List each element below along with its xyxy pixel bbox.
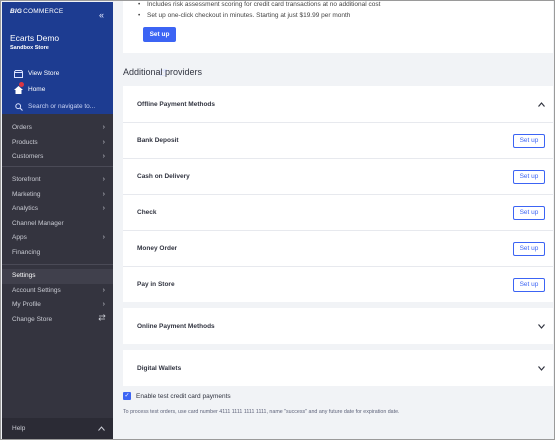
chevron-right-icon: ›	[102, 138, 105, 146]
feature-bullet: Set up one-click checkout in minutes. St…	[138, 12, 350, 19]
payment-method-row: Money Order Set up	[123, 230, 553, 266]
switch-arrows-icon	[98, 313, 106, 328]
cod-setup-button[interactable]: Set up	[513, 169, 545, 184]
pay-in-store-setup-button[interactable]: Set up	[513, 277, 545, 292]
nav-group-settings: Settings Account Settings › My Profile › C…	[2, 269, 113, 327]
sidebar-item-financing[interactable]: Financing	[2, 246, 113, 261]
method-label: Money Order	[137, 245, 178, 252]
offline-payment-panel: Offline Payment Methods Bank Deposit Set…	[123, 86, 553, 302]
method-label: Cash on Delivery	[137, 173, 190, 180]
test-cc-checkbox[interactable]: ✓	[123, 392, 131, 400]
method-label: Pay in Store	[137, 281, 175, 288]
help-label: Help	[12, 425, 26, 432]
chevron-down-icon	[538, 322, 545, 331]
chevron-right-icon: ›	[102, 153, 105, 160]
test-card-hint: To process test orders, use card number …	[123, 409, 400, 415]
sidebar-item-apps[interactable]: Apps ›	[2, 231, 113, 246]
sidebar-item-storefront[interactable]: Storefront ›	[2, 173, 113, 188]
section-title: Additional providers	[123, 67, 203, 77]
home-link[interactable]: Home	[14, 82, 46, 94]
money-order-setup-button[interactable]: Set up	[513, 241, 545, 256]
view-store-link[interactable]: View Store	[14, 69, 167, 78]
payment-method-row: Bank Deposit Set up	[123, 122, 553, 158]
chevron-right-icon: ›	[102, 190, 105, 198]
payment-method-row: Pay in Store Set up	[123, 266, 553, 302]
method-label: Bank Deposit	[137, 137, 179, 144]
bigcommerce-logo[interactable]: BIG COMMERCE	[10, 8, 105, 15]
chevron-right-icon: ›	[102, 176, 105, 183]
search-icon	[14, 102, 23, 111]
store-subtitle: Sandbox Store	[10, 45, 49, 51]
payment-method-row: Check Set up	[123, 194, 553, 230]
featured-provider-card: Includes risk assessment scoring for cre…	[123, 1, 553, 53]
sidebar-item-products[interactable]: Products ›	[2, 136, 113, 151]
sidebar-item-change-store[interactable]: Change Store	[2, 313, 113, 328]
chevron-right-icon: ›	[102, 234, 105, 241]
sidebar: BIG COMMERCE « Ecarts Demo Sandbox Store…	[2, 2, 167, 439]
sidebar-item-analytics[interactable]: Analytics ›	[2, 202, 113, 217]
check-setup-button[interactable]: Set up	[513, 205, 545, 220]
chevron-right-icon: ›	[102, 286, 105, 294]
view-store-label: View Store	[28, 70, 60, 77]
help-button[interactable]: Help	[2, 418, 113, 439]
digital-wallets-panel: Digital Wallets	[123, 350, 553, 386]
collapse-sidebar-icon[interactable]: «	[99, 11, 104, 20]
search-placeholder: Search or navigate to...	[28, 103, 96, 110]
divider	[2, 264, 113, 265]
wallets-panel-header[interactable]: Digital Wallets	[123, 350, 553, 386]
sidebar-item-customers[interactable]: Customers ›	[2, 150, 113, 165]
chevron-down-icon	[538, 364, 545, 373]
notification-badge	[19, 82, 24, 87]
feature-bullet: Includes risk assessment scoring for cre…	[138, 1, 380, 8]
main-content: Includes risk assessment scoring for cre…	[113, 1, 554, 439]
logo-text: COMMERCE	[23, 8, 64, 15]
method-label: Check	[137, 209, 157, 216]
home-icon	[14, 82, 24, 94]
chevron-right-icon: ›	[102, 124, 105, 131]
offline-panel-header[interactable]: Offline Payment Methods	[123, 86, 553, 122]
storefront-icon	[14, 69, 23, 78]
sidebar-item-my-profile[interactable]: My Profile ›	[2, 298, 113, 313]
sidebar-item-settings[interactable]: Settings	[2, 269, 113, 284]
store-name: Ecarts Demo	[10, 33, 60, 43]
logo-mark: BIG	[10, 8, 23, 15]
sidebar-header: BIG COMMERCE « Ecarts Demo Sandbox Store…	[2, 2, 167, 114]
test-cc-label[interactable]: Enable test credit card payments	[136, 393, 231, 400]
online-payment-panel: Online Payment Methods	[123, 308, 553, 344]
chevron-up-icon	[538, 100, 545, 109]
sidebar-item-orders[interactable]: Orders ›	[2, 121, 113, 136]
nav-group-channels: Storefront › Marketing › Analytics › Channe…	[2, 173, 113, 260]
home-label: Home	[28, 86, 46, 93]
primary-setup-button[interactable]: Set up	[143, 27, 176, 42]
chevron-right-icon: ›	[102, 301, 105, 308]
sidebar-item-marketing[interactable]: Marketing ›	[2, 188, 113, 203]
sidebar-item-account-settings[interactable]: Account Settings ›	[2, 284, 113, 299]
panel-title: Digital Wallets	[137, 364, 182, 372]
sidebar-item-channel-manager[interactable]: Channel Manager	[2, 217, 113, 232]
payment-method-row: Cash on Delivery Set up	[123, 158, 553, 194]
panel-title: Offline Payment Methods	[137, 100, 216, 108]
test-cc-option: ✓ Enable test credit card payments	[123, 392, 231, 400]
online-panel-header[interactable]: Online Payment Methods	[123, 308, 553, 344]
search-input[interactable]: Search or navigate to...	[14, 102, 95, 111]
bank-deposit-setup-button[interactable]: Set up	[513, 133, 545, 148]
divider	[2, 166, 113, 167]
panel-title: Online Payment Methods	[137, 322, 215, 330]
chevron-up-icon	[98, 418, 105, 439]
nav-group-main: Orders › Products › Customers ›	[2, 121, 113, 165]
app-window: BIG COMMERCE « Ecarts Demo Sandbox Store…	[0, 0, 555, 440]
chevron-right-icon: ›	[102, 205, 105, 212]
